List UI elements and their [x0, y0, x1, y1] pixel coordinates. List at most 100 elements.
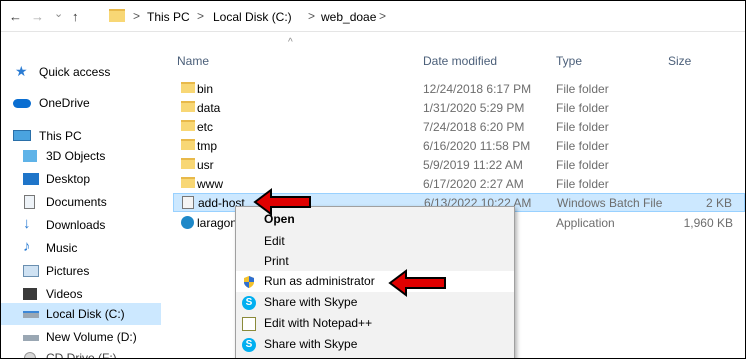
sidebar-item-label: Quick access — [39, 65, 111, 79]
menu-item-label: Print — [264, 254, 289, 268]
star-icon: ★ — [15, 63, 28, 79]
document-icon — [24, 195, 35, 209]
batch-file-icon — [182, 196, 194, 209]
up-button[interactable]: ↑ — [72, 9, 79, 24]
file-type: File folder — [556, 158, 609, 172]
laragon-app-icon — [181, 216, 194, 229]
column-header-date[interactable]: Date modified — [423, 54, 497, 68]
file-date: 7/24/2018 6:20 PM — [423, 120, 525, 134]
video-icon — [23, 288, 37, 300]
picture-icon — [23, 265, 39, 277]
menu-item-label: Edit with Notepad++ — [264, 316, 373, 330]
table-row[interactable]: tmp 6/16/2020 11:58 PM File folder — [173, 136, 745, 155]
uac-shield-icon — [244, 276, 254, 288]
cube-icon — [23, 150, 37, 162]
download-arrow-icon: ↓ — [23, 215, 31, 232]
file-name: laragon — [197, 216, 238, 230]
red-arrow-icon — [388, 269, 446, 297]
sidebar-item-label: Pictures — [46, 264, 90, 278]
sidebar-item-this-pc[interactable]: This PC — [1, 125, 161, 147]
menu-item-print[interactable]: Print — [236, 251, 514, 272]
breadcrumb-local-disk[interactable]: Local Disk (C:) — [213, 10, 292, 24]
menu-item-run-as-administrator[interactable]: Run as administrator — [236, 271, 514, 292]
cd-icon — [24, 352, 36, 358]
folder-icon — [181, 82, 195, 93]
file-date: 1/31/2020 5:29 PM — [423, 101, 525, 115]
menu-item-edit-with-notepad[interactable]: Edit with Notepad++ — [236, 313, 514, 334]
skype-icon: S — [242, 338, 256, 352]
menu-item-share-with-skype[interactable]: S Share with Skype — [236, 334, 514, 355]
sidebar-item-quick-access[interactable]: ★ Quick access — [1, 61, 161, 83]
back-button[interactable]: ← — [9, 9, 22, 24]
monitor-icon — [13, 130, 31, 141]
file-name: bin — [197, 82, 214, 96]
file-date: 5/9/2019 11:22 AM — [423, 158, 523, 172]
address-input[interactable]: > This PC > Local Disk (C:) > web_doae > — [103, 5, 739, 27]
sort-ascending-icon: ^ — [288, 37, 293, 48]
menu-item-share-with-skype[interactable]: S Share with Skype — [236, 292, 514, 313]
context-menu: Open Edit Print Run as administrator S S… — [235, 206, 515, 358]
sidebar-item-pictures[interactable]: Pictures — [1, 260, 161, 282]
sidebar-item-new-volume[interactable]: New Volume (D:) — [1, 326, 161, 348]
explorer-window: ← → ⌄ ↑ > This PC > Local Disk (C:) > we… — [0, 0, 746, 359]
folder-icon — [181, 139, 195, 150]
music-note-icon: ♪ — [23, 238, 31, 255]
folder-icon — [181, 177, 195, 188]
table-row[interactable]: etc 7/24/2018 6:20 PM File folder — [173, 117, 745, 136]
sidebar-item-label: Videos — [46, 287, 83, 301]
table-row[interactable]: bin 12/24/2018 6:17 PM File folder — [173, 79, 745, 98]
sidebar-item-onedrive[interactable]: OneDrive — [1, 92, 161, 114]
file-name: data — [197, 101, 221, 115]
sidebar-item-label: Local Disk (C:) — [46, 307, 125, 321]
sidebar-item-3d-objects[interactable]: 3D Objects — [1, 145, 161, 167]
breadcrumb-separator: > — [308, 9, 316, 23]
sidebar-item-label: Music — [46, 241, 78, 255]
forward-button[interactable]: → — [31, 9, 44, 24]
folder-icon — [109, 9, 125, 22]
sidebar-item-cd-drive[interactable]: CD Drive (F:) — [1, 347, 161, 358]
file-type: File folder — [556, 120, 609, 134]
file-type: File folder — [556, 177, 609, 191]
file-type: File folder — [556, 82, 609, 96]
file-type: Application — [556, 216, 615, 230]
file-date: 12/24/2018 6:17 PM — [423, 82, 532, 96]
sidebar-item-local-disk[interactable]: Local Disk (C:) — [1, 303, 161, 325]
breadcrumb-web-doae[interactable]: web_doae — [321, 10, 376, 24]
file-type: File folder — [556, 139, 609, 153]
sidebar-item-videos[interactable]: Videos — [1, 283, 161, 305]
desktop-icon — [23, 173, 39, 185]
drive-icon — [23, 311, 39, 318]
sidebar-item-label: Documents — [46, 195, 107, 209]
skype-icon: S — [242, 296, 256, 310]
file-name: etc — [197, 120, 214, 134]
sidebar-item-music[interactable]: ♪ Music — [1, 237, 161, 259]
sidebar-item-label: Desktop — [46, 172, 91, 186]
file-name: www — [197, 177, 223, 191]
file-type: Windows Batch File — [557, 196, 663, 210]
sidebar-item-label: This PC — [39, 129, 82, 143]
sidebar-item-downloads[interactable]: ↓ Downloads — [1, 214, 161, 236]
menu-item-edit[interactable]: Edit — [236, 231, 514, 252]
notepad-plus-plus-icon — [242, 317, 256, 331]
cloud-icon — [13, 99, 31, 108]
folder-icon — [181, 158, 195, 169]
red-arrow-icon — [253, 188, 311, 216]
sidebar-item-documents[interactable]: Documents — [1, 191, 161, 213]
column-header-name[interactable]: Name — [177, 54, 209, 68]
sidebar-item-desktop[interactable]: Desktop — [1, 168, 161, 190]
recent-dropdown-button[interactable]: ⌄ — [54, 7, 63, 20]
table-row[interactable]: data 1/31/2020 5:29 PM File folder — [173, 98, 745, 117]
column-header-type[interactable]: Type — [556, 54, 582, 68]
breadcrumb-this-pc[interactable]: This PC — [147, 10, 190, 24]
breadcrumb-separator: > — [197, 9, 205, 23]
file-type: File folder — [556, 101, 609, 115]
table-row[interactable]: usr 5/9/2019 11:22 AM File folder — [173, 155, 745, 174]
column-header-size[interactable]: Size — [668, 54, 691, 68]
sidebar-item-label: OneDrive — [39, 96, 90, 110]
file-date: 6/17/2020 2:27 AM — [423, 177, 524, 191]
sidebar-item-label: New Volume (D:) — [46, 330, 137, 344]
menu-item-label: Run as administrator — [264, 274, 375, 288]
sidebar-item-label: 3D Objects — [46, 149, 106, 163]
file-name: tmp — [197, 139, 218, 153]
sidebar-item-label: Downloads — [46, 218, 106, 232]
